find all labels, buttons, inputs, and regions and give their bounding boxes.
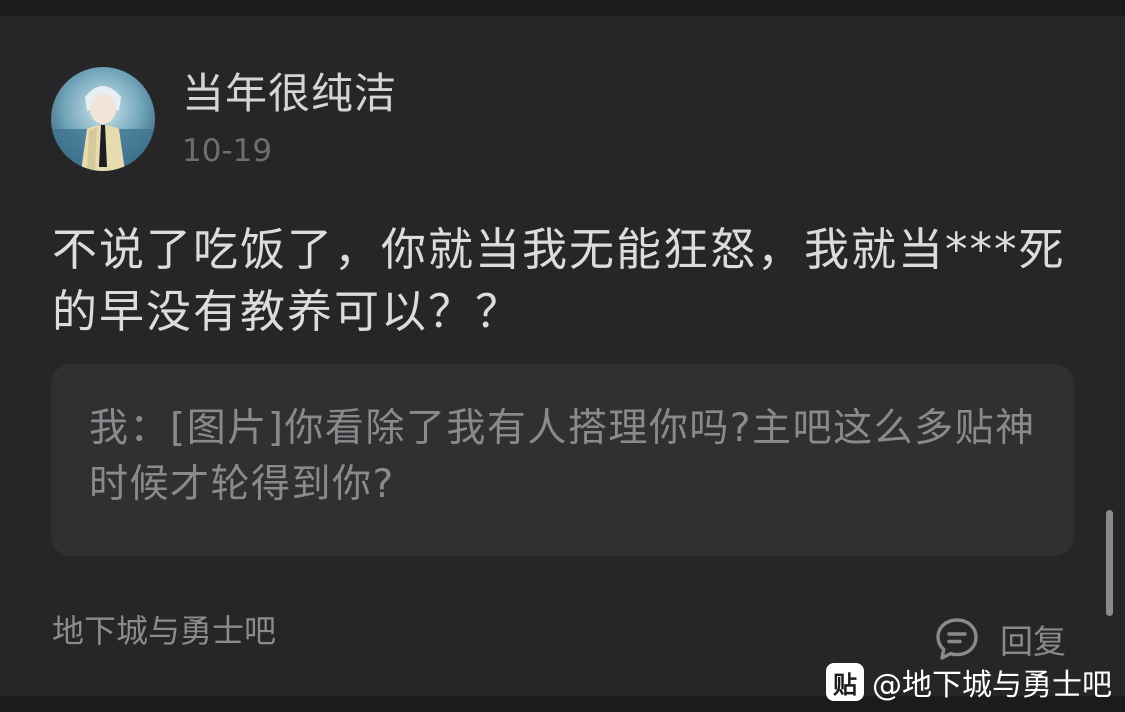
username[interactable]: 当年很纯洁 (182, 60, 397, 121)
tieba-watermark: 贴 @地下城与勇士吧 (826, 662, 1112, 703)
reply-button[interactable]: 回复 (934, 616, 1066, 662)
user-avatar[interactable] (51, 67, 155, 171)
post-date: 10-19 (182, 133, 273, 169)
watermark-text: @地下城与勇士吧 (872, 668, 1112, 703)
reply-label: 回复 (1000, 622, 1066, 661)
post-body-text: 不说了吃饭了，你就当我无能狂怒，我就当***死的早没有教养可以？？ (52, 223, 1066, 338)
post-card: 当年很纯洁 10-19 不说了吃饭了，你就当我无能狂怒，我就当***死的早没有教… (0, 16, 1125, 696)
quoted-reply-text: 我：[图片]你看除了我有人搭理你吗?主吧这么多贴神时候才轮得到你? (89, 406, 1036, 507)
forum-name-link[interactable]: 地下城与勇士吧 (52, 606, 276, 652)
comment-bubble-icon (936, 618, 978, 660)
avatar-image (51, 67, 155, 171)
tieba-logo-icon: 贴 (826, 663, 864, 701)
scrollbar-thumb[interactable] (1106, 510, 1113, 616)
quoted-reply[interactable]: 我：[图片]你看除了我有人搭理你吗?主吧这么多贴神时候才轮得到你? (51, 364, 1074, 556)
